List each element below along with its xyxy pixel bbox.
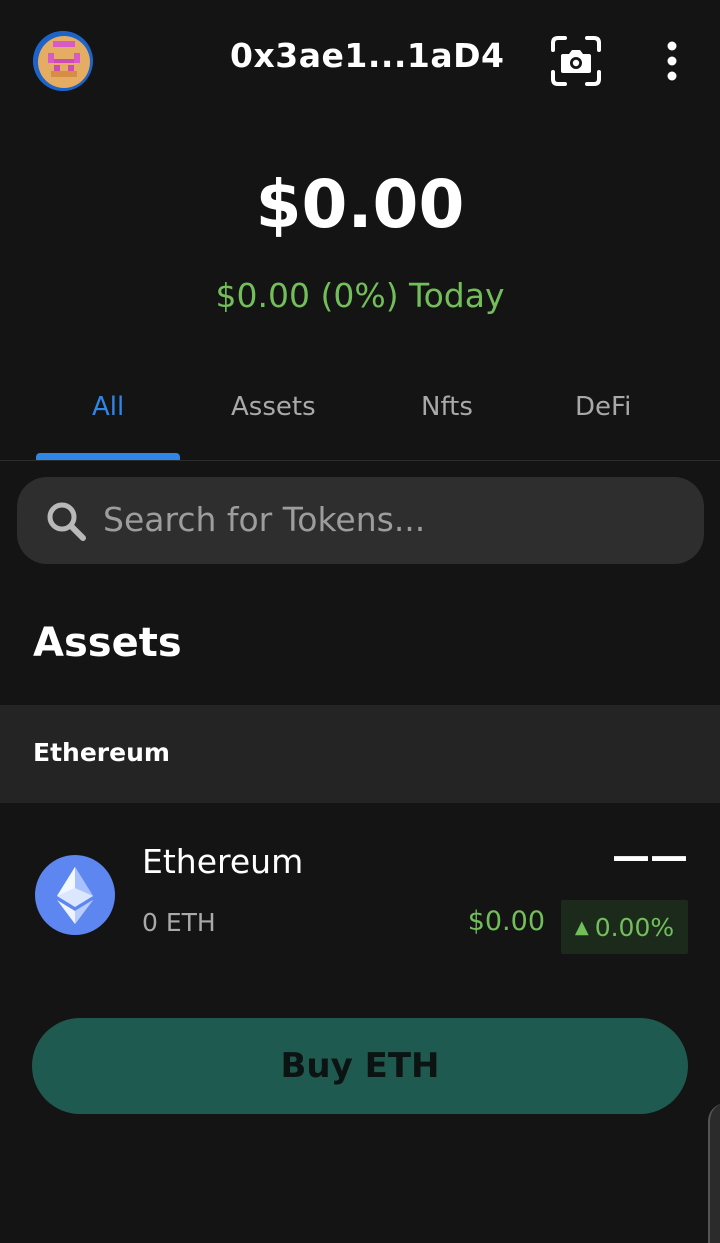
scroll-edge-panel[interactable] xyxy=(708,1103,720,1243)
asset-price: $0.00 xyxy=(467,906,545,937)
portfolio-tabs: All Assets Nfts DeFi xyxy=(0,380,720,461)
account-avatar[interactable] xyxy=(33,31,93,91)
active-tab-indicator xyxy=(36,453,180,460)
camera-scan-icon xyxy=(551,36,601,86)
trend-up-icon: ▲ xyxy=(574,916,589,938)
asset-change-badge: ▲ 0.00% xyxy=(561,900,688,954)
search-icon xyxy=(47,502,86,541)
portfolio-daily-change: $0.00 (0%) Today xyxy=(215,276,505,315)
pixel-avatar-icon xyxy=(33,31,93,91)
tab-assets[interactable]: Assets xyxy=(231,392,316,422)
network-group-header: Ethereum xyxy=(0,705,720,803)
tab-nfts[interactable]: Nfts xyxy=(421,392,473,422)
network-group-label: Ethereum xyxy=(33,738,170,767)
wallet-address[interactable]: 0x3ae1...1aD4 xyxy=(230,36,504,75)
portfolio-balance: $0.00 xyxy=(255,166,465,243)
asset-fiat-value: —— xyxy=(612,834,688,878)
wallet-header: 0x3ae1...1aD4 xyxy=(0,0,720,120)
assets-heading: Assets xyxy=(33,620,182,666)
search-input[interactable] xyxy=(103,495,683,543)
scan-button[interactable] xyxy=(549,34,603,88)
asset-balance: 0 ETH xyxy=(142,908,216,937)
token-search[interactable] xyxy=(17,477,704,564)
tab-all[interactable]: All xyxy=(92,392,124,422)
buy-eth-button[interactable]: Buy ETH xyxy=(32,1018,688,1114)
more-menu-button[interactable] xyxy=(655,38,689,86)
asset-change-value: 0.00% xyxy=(594,912,675,942)
asset-name: Ethereum xyxy=(142,842,304,881)
asset-row-ethereum[interactable]: Ethereum 0 ETH —— $0.00 ▲ 0.00% xyxy=(0,830,720,980)
tab-defi[interactable]: DeFi xyxy=(575,392,631,422)
ethereum-icon xyxy=(35,855,115,935)
more-vertical-icon xyxy=(667,41,677,81)
